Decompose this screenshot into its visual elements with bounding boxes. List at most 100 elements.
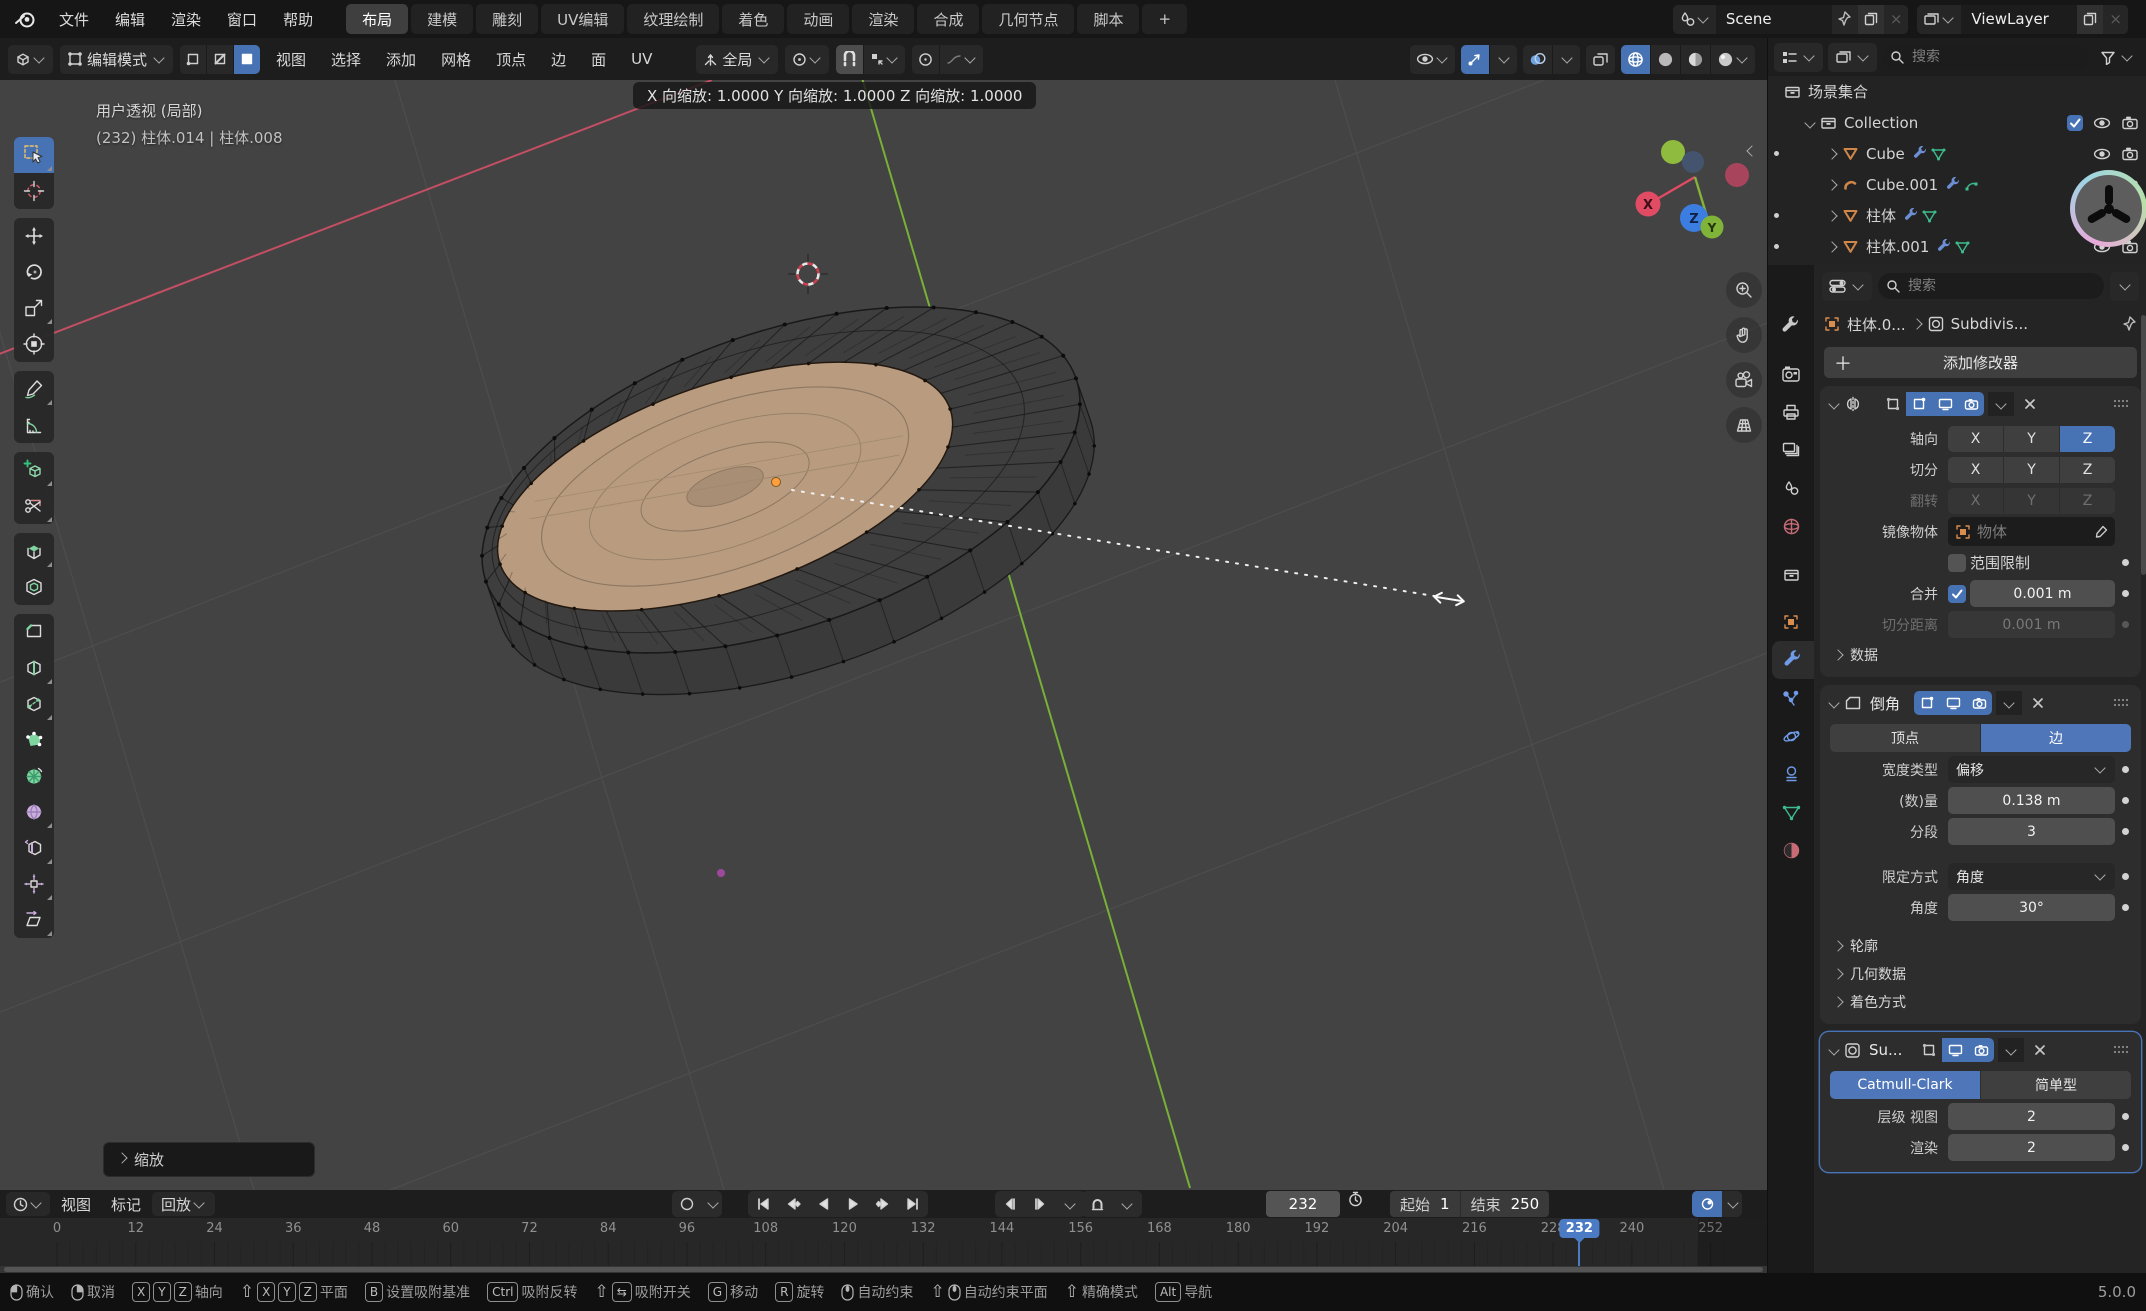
delete-modifier-icon[interactable]	[2024, 398, 2036, 410]
properties-search-input[interactable]	[1906, 277, 2096, 295]
pin-icon[interactable]	[1832, 5, 1858, 34]
viewlayer-dropdown-icon[interactable]	[1923, 12, 1955, 27]
tool-edge-slide[interactable]	[14, 830, 54, 866]
viewport-menu-视图[interactable]: 视图	[267, 38, 315, 80]
data-section[interactable]: 数据	[1820, 641, 2141, 669]
keying-set-button[interactable]	[1082, 1191, 1112, 1217]
tool-annotate[interactable]	[14, 371, 54, 407]
topbar-menu-窗口[interactable]: 窗口	[214, 0, 270, 38]
expander-icon[interactable]	[1826, 179, 1837, 190]
bevel-section-2[interactable]: 着色方式	[1820, 988, 2141, 1016]
workspace-tab[interactable]: 布局	[346, 4, 408, 34]
viewport-menu-边[interactable]: 边	[542, 38, 575, 80]
expander-icon[interactable]	[1826, 148, 1837, 159]
properties-tab-material[interactable]	[1768, 831, 1814, 869]
bisect-distance-field[interactable]: 0.001 m	[1948, 611, 2115, 638]
properties-scrollbar[interactable]	[2141, 315, 2146, 575]
add-workspace-button[interactable]: +	[1142, 4, 1187, 34]
outliner-item-label[interactable]: Cube.001	[1866, 176, 1938, 194]
affect-边[interactable]: 边	[1981, 724, 2131, 752]
scene-dropdown-icon[interactable]	[1679, 11, 1710, 27]
edit-cage-toggle[interactable]	[1916, 1038, 1942, 1062]
editmode-toggle[interactable]	[1914, 691, 1940, 715]
properties-tab-output[interactable]	[1768, 393, 1814, 431]
properties-tab-render[interactable]	[1768, 355, 1814, 393]
outliner-search[interactable]	[1882, 44, 2088, 70]
properties-tab-object[interactable]	[1768, 603, 1814, 641]
overlay-options-button[interactable]	[1552, 45, 1580, 74]
clipping-checkbox[interactable]	[1948, 554, 1966, 572]
breadcrumb-object[interactable]: 柱体.0...	[1847, 314, 1906, 335]
animate-dot[interactable]	[2122, 797, 2129, 804]
properties-tab-view-layer[interactable]	[1768, 431, 1814, 469]
playhead-badge[interactable]: 232	[1560, 1219, 1599, 1238]
shading-rendered-button[interactable]	[1710, 45, 1755, 74]
next-keyframe-button[interactable]	[868, 1191, 898, 1217]
play-button[interactable]	[838, 1191, 868, 1217]
operator-panel[interactable]: 缩放	[103, 1142, 315, 1177]
viewport-menu-UV[interactable]: UV	[622, 38, 661, 80]
copy-scene-icon[interactable]	[1858, 5, 1884, 34]
outliner-item-label[interactable]: 场景集合	[1808, 81, 1868, 102]
outliner-item-label[interactable]: 柱体	[1866, 205, 1896, 226]
properties-tab-modifiers[interactable]	[1772, 641, 1814, 679]
workspace-tab[interactable]: 雕刻	[476, 4, 538, 34]
properties-options-button[interactable]	[2110, 272, 2139, 301]
animate-dot[interactable]	[2122, 590, 2129, 597]
properties-tab-object-data[interactable]	[1768, 793, 1814, 831]
outliner-search-input[interactable]	[1910, 48, 2080, 66]
properties-tab-tool[interactable]	[1768, 307, 1814, 345]
properties-editor-type-button[interactable]	[1822, 272, 1872, 301]
hide-eye-icon[interactable]	[2093, 116, 2111, 130]
proportional-falloff-button[interactable]	[939, 45, 983, 74]
tool-loop-cut[interactable]	[14, 650, 54, 686]
hide-eye-icon[interactable]	[2093, 147, 2111, 161]
keying-options-icon[interactable]	[702, 1191, 722, 1217]
tool-add-cube[interactable]	[14, 452, 54, 488]
shading-wireframe-button[interactable]	[1621, 45, 1650, 74]
workspace-tab[interactable]: UV编辑	[541, 4, 624, 34]
properties-search[interactable]	[1878, 273, 2104, 299]
mirror-object-field[interactable]: 物体	[1948, 517, 2115, 546]
render-camera-icon[interactable]	[2121, 146, 2139, 161]
levels-render-field[interactable]: 2	[1948, 1134, 2115, 1161]
expander-icon[interactable]	[1804, 117, 1815, 128]
pan-hand-button[interactable]	[1726, 317, 1762, 353]
copy-viewlayer-icon[interactable]	[2077, 5, 2103, 34]
outliner-editor-type-button[interactable]	[1774, 43, 1823, 72]
vertex-mode-button[interactable]	[180, 45, 206, 74]
bevel-section-0[interactable]: 轮廓	[1820, 932, 2141, 960]
angle-field[interactable]: 30°	[1948, 894, 2115, 921]
animate-dot[interactable]	[2122, 1144, 2129, 1151]
workspace-tab[interactable]: 动画	[787, 4, 849, 34]
keying-set-options-icon[interactable]	[1112, 1191, 1142, 1217]
timeline-scrollbar[interactable]	[0, 1266, 1767, 1273]
navigation-gizmo[interactable]: X Z Y	[1600, 120, 1760, 254]
shading-material-button[interactable]	[1680, 45, 1710, 74]
tool-rip-scissors[interactable]	[14, 488, 54, 524]
animate-dot[interactable]	[2122, 904, 2129, 911]
delete-modifier-icon[interactable]	[2032, 697, 2044, 709]
tool-bevel[interactable]	[14, 614, 54, 650]
mirror-axis-z[interactable]: Z	[2060, 426, 2115, 452]
segments-field[interactable]: 3	[1948, 818, 2115, 845]
topbar-menu-文件[interactable]: 文件	[46, 0, 102, 38]
tool-shear[interactable]	[14, 902, 54, 938]
affect-顶点[interactable]: 顶点	[1830, 724, 1980, 752]
modifier-extras-button[interactable]	[1998, 1038, 2024, 1062]
bevel-section-1[interactable]: 几何数据	[1820, 960, 2141, 988]
mode-selector[interactable]: 编辑模式	[60, 45, 173, 74]
workspace-tab[interactable]: 几何节点	[982, 4, 1074, 34]
zoom-button[interactable]	[1726, 272, 1762, 308]
tool-extrude-region[interactable]	[14, 533, 54, 569]
delete-modifier-icon[interactable]	[2034, 1044, 2046, 1056]
realtime-toggle[interactable]	[1932, 392, 1958, 416]
mirror-flip-x[interactable]: X	[1948, 488, 2003, 514]
tool-transform[interactable]	[14, 326, 54, 362]
3d-viewport[interactable]: X 向缩放: 1.0000 Y 向缩放: 1.0000 Z 向缩放: 1.000…	[0, 80, 1767, 1190]
animate-dot[interactable]	[2122, 766, 2129, 773]
tool-spin[interactable]	[14, 758, 54, 794]
tool-scale[interactable]	[14, 290, 54, 326]
scene-icon[interactable]	[1673, 5, 1716, 34]
eyedropper-icon[interactable]	[2094, 525, 2108, 539]
